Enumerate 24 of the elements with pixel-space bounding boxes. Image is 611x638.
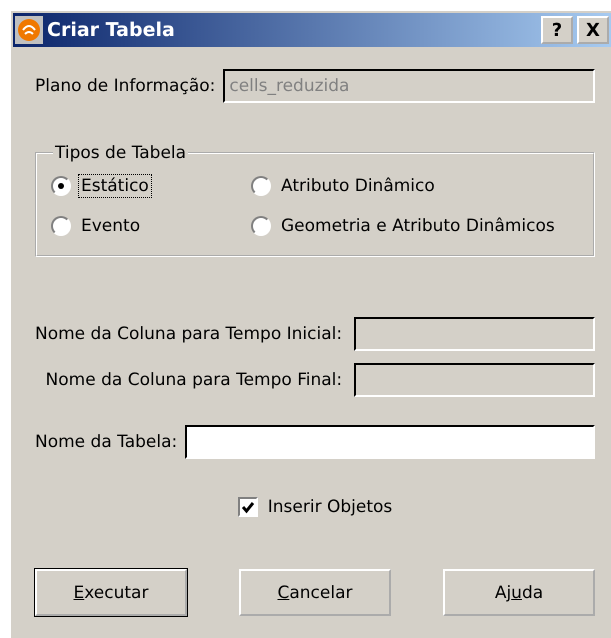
field-label: Nome da Tabela: [35, 432, 178, 452]
field-label: Nome da Coluna para Tempo Final: [44, 370, 342, 390]
dialog-button[interactable]: Executar [35, 569, 187, 616]
radio-label: Evento [80, 215, 142, 237]
radio-button[interactable] [251, 176, 271, 196]
checkbox[interactable] [238, 497, 258, 517]
table-name-field[interactable] [185, 425, 595, 459]
checkmark-icon [240, 500, 255, 514]
radio-label: Estático [79, 175, 151, 197]
radio-label: Atributo Dinâmico [280, 175, 436, 197]
radio-button[interactable] [51, 216, 71, 236]
radio-button[interactable] [251, 216, 271, 236]
app-logo-icon [15, 16, 43, 44]
window-title: Criar Tabela [47, 19, 176, 41]
radio-button[interactable] [51, 176, 71, 196]
field-label: Nome da Coluna para Tempo Inicial: [35, 324, 342, 344]
dialog-button[interactable]: Cancelar [239, 569, 391, 616]
group-title: Tipos de Tabela [54, 143, 188, 163]
checkbox-label: Inserir Objetos [268, 497, 392, 517]
radio-label: Geometria e Atributo Dinâmicos [280, 215, 556, 237]
help-button[interactable]: ? [541, 16, 573, 44]
dialog-button[interactable]: Ajuda [443, 569, 595, 616]
field-label: Plano de Informação: [35, 76, 216, 96]
close-button[interactable]: X [577, 16, 609, 44]
